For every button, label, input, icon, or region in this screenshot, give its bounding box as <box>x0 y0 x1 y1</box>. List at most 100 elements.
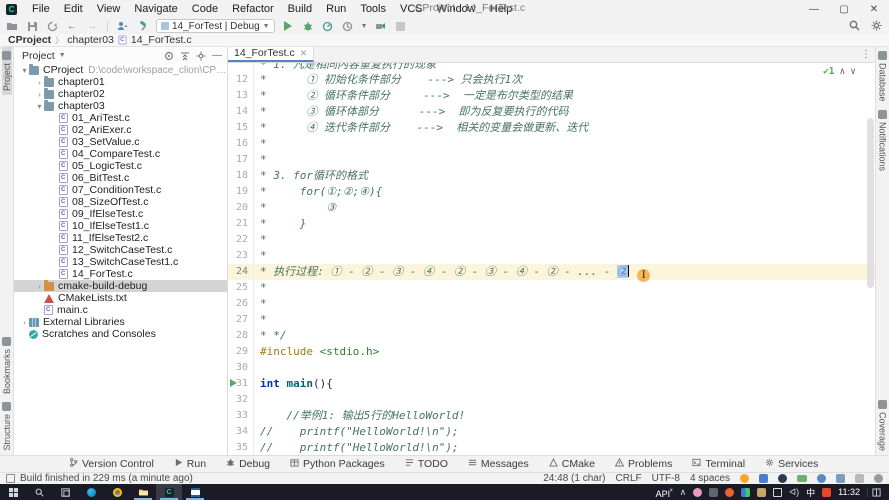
tree-item-chapter02[interactable]: ›chapter02 <box>14 88 227 100</box>
clock[interactable]: 11:32 <box>838 487 860 497</box>
tree-item-01-aritest-c[interactable]: 01_AriTest.c <box>14 112 227 124</box>
tray-api-label[interactable]: APIˣ <box>656 486 673 499</box>
translate-plugin-icon[interactable] <box>759 474 768 483</box>
tray-mic-icon[interactable] <box>709 488 718 497</box>
open-folder-icon[interactable] <box>5 20 19 33</box>
gear-badge-icon[interactable] <box>874 474 883 483</box>
chevron-expanded-icon[interactable]: ▾ <box>20 66 29 75</box>
stripe-project[interactable]: Project <box>2 47 12 95</box>
tree-item-main-c[interactable]: main.c <box>14 304 227 316</box>
code-editor[interactable]: ✔1 ∧ ∨ * 1. 凡是相同内容重复执行的现象12* ① 初始化条件部分 -… <box>228 63 875 455</box>
plugin-icon[interactable] <box>740 474 749 483</box>
tray-display-icon[interactable] <box>773 488 782 497</box>
tree-item-12-switchcasetest-c[interactable]: 12_SwitchCaseTest.c <box>14 244 227 256</box>
attach-process-icon[interactable] <box>374 20 388 33</box>
stop-button[interactable] <box>394 20 408 33</box>
stripe-bookmarks[interactable]: Bookmarks <box>2 333 12 398</box>
close-button[interactable]: ✕ <box>859 0 889 18</box>
tray-app-flower-icon[interactable] <box>693 488 702 497</box>
input-method-indicator[interactable]: 中 <box>806 486 815 499</box>
tree-item-08-sizeoftest-c[interactable]: 08_SizeOfTest.c <box>14 196 227 208</box>
debug-button[interactable] <box>301 20 315 33</box>
tray-briefcase-icon[interactable] <box>757 488 766 497</box>
task-view-icon[interactable] <box>52 484 78 500</box>
more-options-icon[interactable]: ⋮ <box>861 49 871 60</box>
search-everywhere-icon[interactable] <box>847 19 861 32</box>
menu-file[interactable]: File <box>25 1 57 17</box>
run-gutter-icon[interactable] <box>230 379 237 387</box>
tree-item-09-ifelsetest-c[interactable]: 09_IfElseTest.c <box>14 208 227 220</box>
coverage-button[interactable] <box>341 20 355 33</box>
chevron-down-icon[interactable]: ▼ <box>59 52 66 59</box>
tree-item-11-ifelsetest2-c[interactable]: 11_IfElseTest2.c <box>14 232 227 244</box>
line-ending[interactable]: CRLF <box>616 473 642 484</box>
night-mode-icon[interactable] <box>778 474 787 483</box>
toolwindow-button-cmake[interactable]: CMake <box>540 456 604 472</box>
project-panel-title[interactable]: Project <box>22 50 55 62</box>
toolwindow-button-todo[interactable]: TODO <box>396 456 457 472</box>
menu-code[interactable]: Code <box>185 1 225 17</box>
toolwindow-button-terminal[interactable]: Terminal <box>683 456 754 472</box>
menu-refactor[interactable]: Refactor <box>225 1 281 17</box>
hide-panel-icon[interactable]: — <box>211 50 223 62</box>
forward-icon[interactable]: → <box>85 20 99 33</box>
chevron-expanded-icon[interactable]: ▾ <box>35 102 44 111</box>
stripe-structure[interactable]: Structure <box>2 398 12 455</box>
save-icon[interactable] <box>25 20 39 33</box>
user-icon[interactable] <box>817 474 826 483</box>
notification-center-icon[interactable] <box>867 488 885 497</box>
build-hammer-icon[interactable] <box>136 20 150 33</box>
breadcrumb-root[interactable]: CProject <box>8 34 51 46</box>
maximize-button[interactable]: ▢ <box>829 0 859 18</box>
tree-item-03-setvalue-c[interactable]: 03_SetValue.c <box>14 136 227 148</box>
tree-item-external-libraries[interactable]: ›External Libraries <box>14 316 227 328</box>
editor-scrollbar[interactable] <box>867 118 874 288</box>
edge-browser-icon[interactable] <box>78 484 104 500</box>
chevron-collapsed-icon[interactable]: › <box>35 282 44 291</box>
mail-icon[interactable] <box>797 475 807 482</box>
document-app-icon[interactable] <box>182 484 208 500</box>
tree-item-13-switchcasetest1-c[interactable]: 13_SwitchCaseTest1.c <box>14 256 227 268</box>
tray-app-orange-icon[interactable] <box>725 488 734 497</box>
wrench-icon[interactable] <box>836 474 845 483</box>
tray-expand-icon[interactable]: ∧ <box>680 487 687 498</box>
chevron-down-icon[interactable]: ▼ <box>361 23 368 30</box>
caret-position[interactable]: 24:48 (1 char) <box>543 473 605 484</box>
toolwindow-button-messages[interactable]: Messages <box>459 456 538 472</box>
tree-item-04-comparetest-c[interactable]: 04_CompareTest.c <box>14 148 227 160</box>
tree-item-cmakelists-txt[interactable]: CMakeLists.txt <box>14 292 227 304</box>
tree-item-chapter01[interactable]: ›chapter01 <box>14 76 227 88</box>
toolwindow-button-run[interactable]: Run <box>165 456 215 472</box>
breadcrumb-file[interactable]: 14_ForTest.c <box>131 34 192 46</box>
next-problem-icon[interactable]: ∨ <box>850 66 856 77</box>
toolwindow-button-debug[interactable]: Debug <box>217 456 279 472</box>
toolwindow-button-version-control[interactable]: Version Control <box>60 456 163 472</box>
chrome-browser-icon[interactable] <box>104 484 130 500</box>
toolwindow-switcher-icon[interactable] <box>6 474 15 483</box>
panel-settings-icon[interactable] <box>195 50 207 62</box>
lock-icon[interactable] <box>855 474 864 483</box>
menu-view[interactable]: View <box>90 1 128 17</box>
taskbar-search-icon[interactable] <box>26 484 52 500</box>
clion-taskbar-icon[interactable]: C <box>156 484 182 500</box>
tree-item-cmake-build-debug[interactable]: ›cmake-build-debug <box>14 280 227 292</box>
tree-item-chapter03[interactable]: ▾chapter03 <box>14 100 227 112</box>
settings-gear-icon[interactable] <box>869 19 883 32</box>
tree-item-14-fortest-c[interactable]: 14_ForTest.c <box>14 268 227 280</box>
tree-item-07-conditiontest-c[interactable]: 07_ConditionTest.c <box>14 184 227 196</box>
chevron-collapsed-icon[interactable]: › <box>35 90 44 99</box>
collapse-all-icon[interactable] <box>179 50 191 62</box>
tree-item-05-logictest-c[interactable]: 05_LogicTest.c <box>14 160 227 172</box>
run-configuration-select[interactable]: 14_ForTest | Debug ▼ <box>156 19 275 33</box>
tree-item-cproject[interactable]: ▾CProjectD:\code\workspace_clion\CProjec… <box>14 64 227 76</box>
back-icon[interactable]: ← <box>65 20 79 33</box>
minimize-button[interactable]: — <box>799 0 829 18</box>
tree-item-scratches-and-consoles[interactable]: Scratches and Consoles <box>14 328 227 340</box>
commit-icon[interactable] <box>116 20 130 33</box>
inspections-widget[interactable]: ✔1 ∧ ∨ <box>820 66 859 77</box>
tray-app-color-icon[interactable] <box>741 488 750 497</box>
profiler-button[interactable] <box>321 20 335 33</box>
breadcrumb-folder[interactable]: chapter03 <box>67 34 114 46</box>
tree-item-02-ariexer-c[interactable]: 02_AriExer.c <box>14 124 227 136</box>
tab-14-fortest[interactable]: 14_ForTest.c ✕ <box>228 46 314 62</box>
